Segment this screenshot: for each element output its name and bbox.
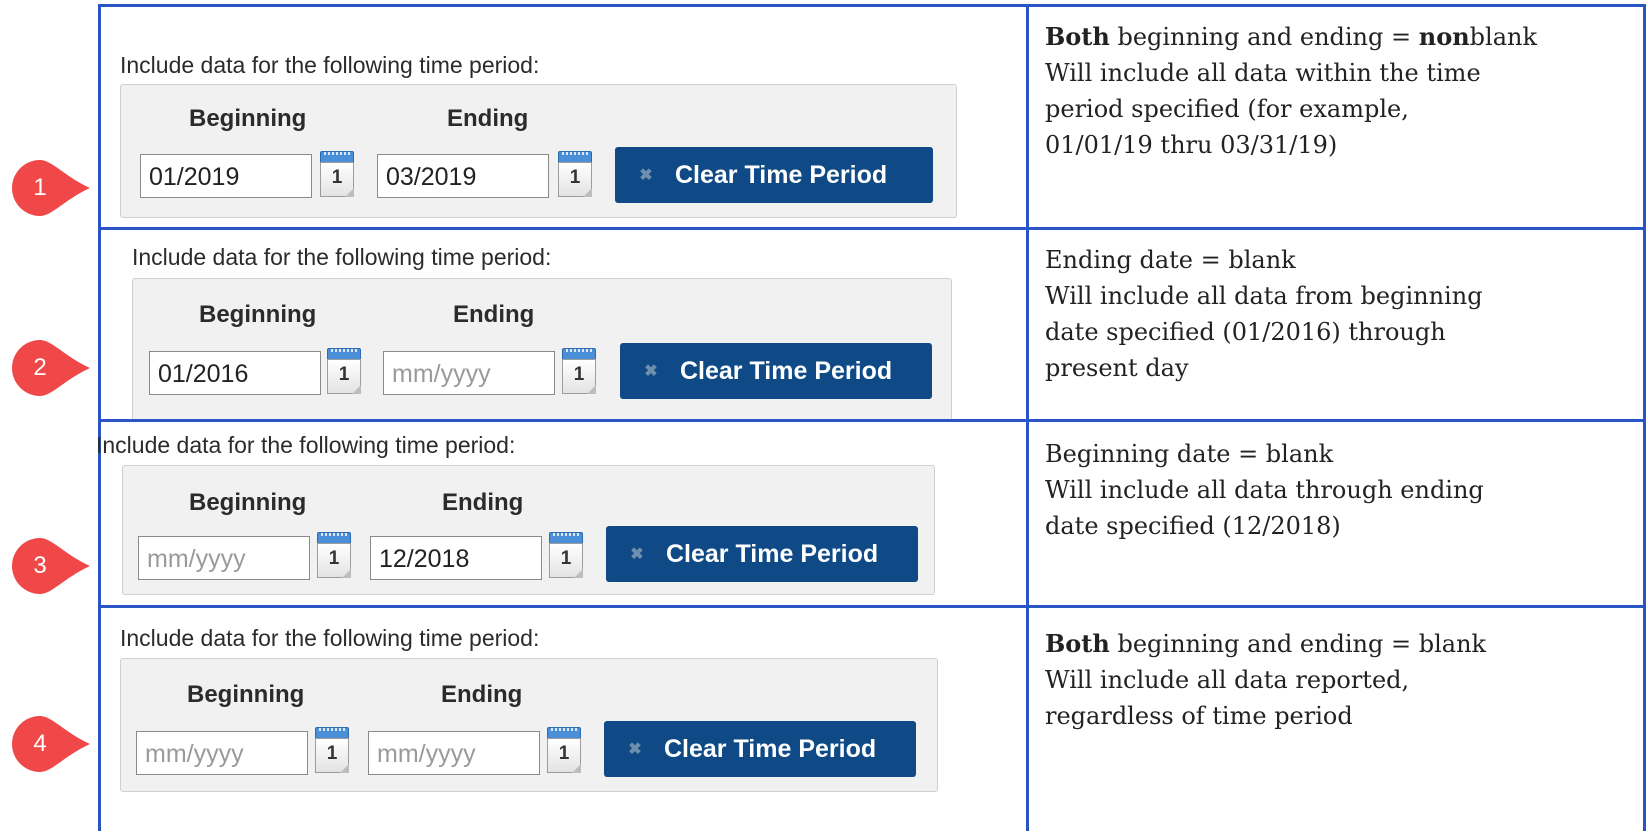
clear-button-label: Clear Time Period [664,734,877,763]
beginning-calendar-icon[interactable]: 1 [327,348,361,394]
close-icon: ✖ [628,741,642,758]
step-marker-3: 3 [12,538,90,594]
ending-header: Ending [453,301,535,328]
row-4-description: Both beginning and ending = blank Will i… [1045,629,1487,730]
step-marker-4: 4 [12,716,90,772]
row-3-description: Beginning date = blank Will include all … [1045,440,1484,540]
close-icon: ✖ [630,546,644,563]
step-marker-1: 1 [12,160,90,216]
row-3-widget-cell: Include data for the following time peri… [96,422,1026,605]
row-1-widget-cell: Include data for the following time peri… [101,7,1026,227]
clear-button-label: Clear Time Period [666,539,879,568]
ending-header: Ending [442,489,524,516]
beginning-header: Beginning [189,105,307,132]
beginning-header: Beginning [187,681,305,708]
ending-date-input[interactable]: 12/2018 [370,536,542,580]
row-1-description: Both beginning and ending = nonblank Wil… [1045,22,1538,159]
beginning-calendar-icon[interactable]: 1 [320,151,354,197]
beginning-date-input[interactable]: mm/yyyy [138,536,310,580]
time-period-label: Include data for the following time peri… [132,244,552,270]
beginning-header: Beginning [189,489,307,516]
row-1-description-cell: Both beginning and ending = nonblank Wil… [1029,7,1643,227]
clear-time-period-button[interactable]: ✖ Clear Time Period [604,721,916,777]
ending-date-input[interactable]: 03/2019 [377,154,549,198]
ending-header: Ending [441,681,523,708]
row-2-description: Ending date = blank Will include all dat… [1045,246,1483,382]
close-icon: ✖ [644,363,658,380]
beginning-date-input[interactable]: 01/2019 [140,154,312,198]
beginning-date-input[interactable]: mm/yyyy [136,731,308,775]
beginning-header: Beginning [199,301,317,328]
time-period-panel: Beginning Ending 01/2016 1 mm/yyyy 1 ✖ C… [132,278,952,419]
row-2-description-cell: Ending date = blank Will include all dat… [1029,230,1643,419]
ending-calendar-icon[interactable]: 1 [558,151,592,197]
clear-button-label: Clear Time Period [680,356,893,385]
close-icon: ✖ [639,167,653,184]
beginning-calendar-icon[interactable]: 1 [315,727,349,773]
row-4-widget-cell: Include data for the following time peri… [101,608,1026,834]
ending-date-input[interactable]: mm/yyyy [383,351,555,395]
time-period-panel: Beginning Ending mm/yyyy 1 mm/yyyy 1 ✖ C… [120,658,938,792]
clear-time-period-button[interactable]: ✖ Clear Time Period [620,343,932,399]
row-2-widget-cell: Include data for the following time peri… [101,230,1026,419]
time-period-panel: Beginning Ending 01/2019 1 03/2019 1 ✖ C… [120,84,957,218]
ending-date-input[interactable]: mm/yyyy [368,731,540,775]
ending-calendar-icon[interactable]: 1 [549,532,583,578]
beginning-date-input[interactable]: 01/2016 [149,351,321,395]
row-4-description-cell: Both beginning and ending = blank Will i… [1029,608,1643,834]
ending-calendar-icon[interactable]: 1 [547,727,581,773]
beginning-calendar-icon[interactable]: 1 [317,532,351,578]
step-marker-2: 2 [12,340,90,396]
comparison-table: Include data for the following time peri… [96,4,1646,834]
clear-time-period-button[interactable]: ✖ Clear Time Period [606,526,918,582]
time-period-label: Include data for the following time peri… [96,432,516,458]
ending-calendar-icon[interactable]: 1 [562,348,596,394]
time-period-panel: Beginning Ending mm/yyyy 1 12/2018 1 ✖ C… [122,465,935,595]
row-3-description-cell: Beginning date = blank Will include all … [1029,422,1643,605]
clear-time-period-button[interactable]: ✖ Clear Time Period [615,147,933,203]
time-period-label: Include data for the following time peri… [120,625,540,651]
ending-header: Ending [447,105,529,132]
clear-button-label: Clear Time Period [675,160,888,189]
time-period-label: Include data for the following time peri… [120,52,540,78]
